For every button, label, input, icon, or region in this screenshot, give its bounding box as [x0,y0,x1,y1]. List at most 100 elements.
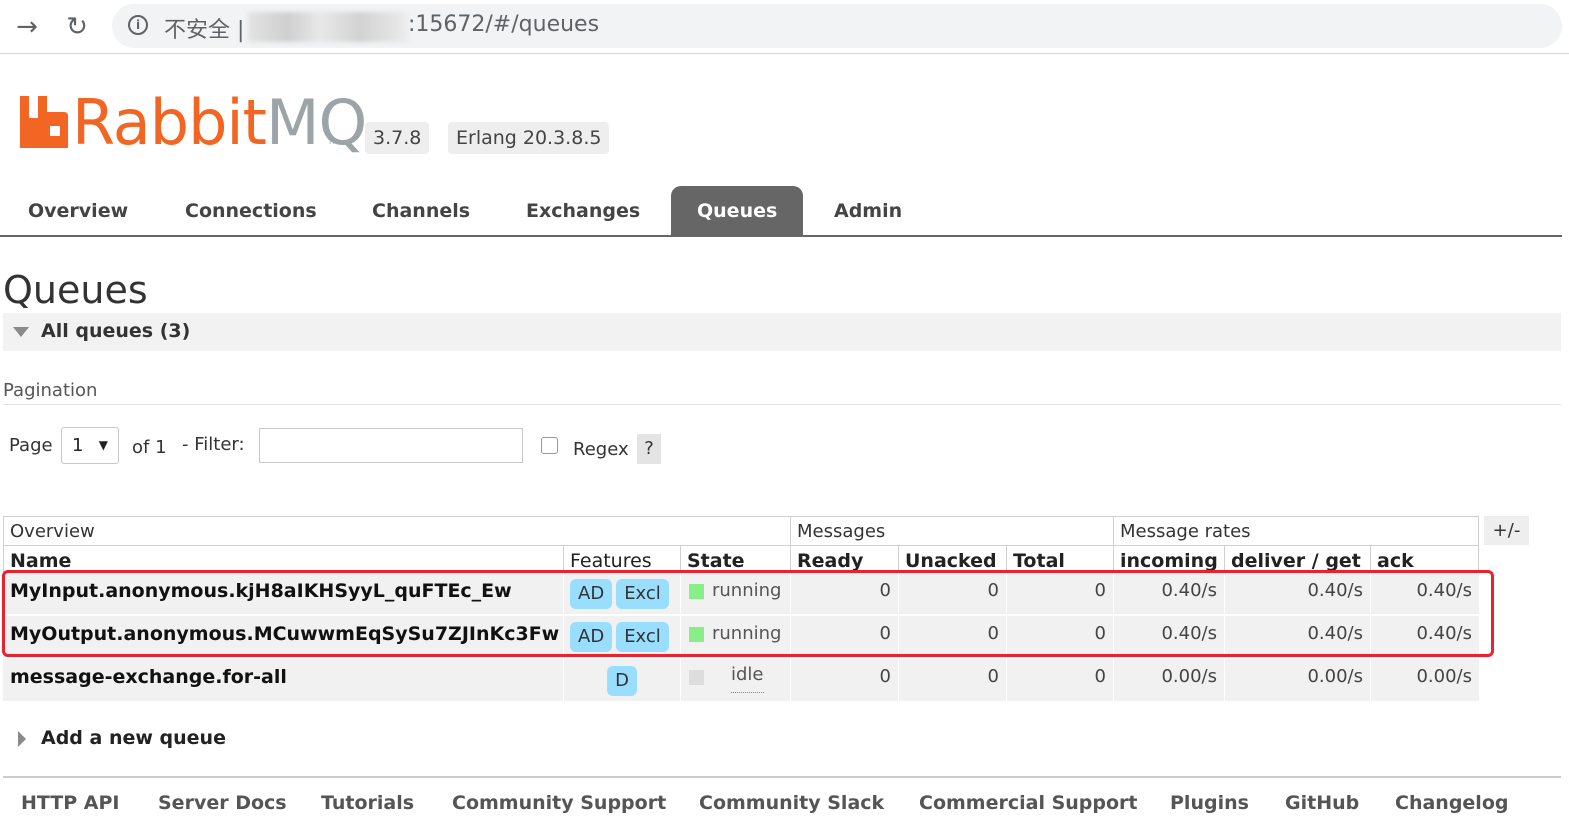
reload-icon[interactable]: ↻ [60,10,94,44]
state-text: running [712,580,782,601]
filter-label: - Filter: [182,434,245,455]
tab-exchanges[interactable]: Exchanges [500,186,666,235]
security-label: 不安全 | [164,18,245,43]
footer-link-community-slack[interactable]: Community Slack [699,792,884,814]
features-cell: AD Excl [563,573,680,615]
page-select[interactable]: 1 ▼ [61,427,119,464]
column-header-total[interactable]: Total [1006,545,1113,572]
group-header-rates: Message rates [1113,516,1479,545]
deliver-get-rate: 0.40/s [1224,616,1370,658]
rabbitmq-logo-icon [20,96,68,148]
incoming-rate: 0.00/s [1113,659,1224,701]
total-count: 0 [1006,659,1113,701]
regex-label: Regex [573,439,629,460]
queue-name-link[interactable]: MyInput.anonymous.kjH8aIKHSyyL_quFTEc_Ew [3,573,563,615]
tab-channels[interactable]: Channels [346,186,496,235]
add-queue-label: Add a new queue [41,727,226,749]
filter-input[interactable] [259,428,523,463]
all-queues-toggle[interactable]: All queues (3) [3,313,1561,351]
feature-badge: AD [570,579,613,609]
logo-trademark: TM [328,138,339,146]
column-header-unacked[interactable]: Unacked [898,545,1006,572]
running-indicator-icon [689,627,704,642]
feature-badge: Excl [616,622,669,652]
incoming-rate: 0.40/s [1113,573,1224,615]
feature-badge: D [607,666,637,696]
unacked-count: 0 [898,616,1006,658]
redacted-host [248,12,408,42]
footer-link-plugins[interactable]: Plugins [1170,792,1249,814]
divider [3,404,1561,405]
unacked-count: 0 [898,573,1006,615]
queue-name-link[interactable]: message-exchange.for-all [3,659,563,701]
erlang-badge: Erlang 20.3.8.5 [448,122,610,154]
ack-rate: 0.40/s [1370,616,1479,658]
logo-word-mq: MQ [265,86,367,159]
tab-admin[interactable]: Admin [808,186,928,235]
regex-checkbox[interactable] [541,437,558,454]
features-cell: D [563,659,680,701]
caret-down-icon: ▼ [98,438,108,452]
arrow-forward-icon[interactable]: → [10,10,44,44]
ready-count: 0 [790,616,898,658]
footer-link-commercial-support[interactable]: Commercial Support [919,792,1138,814]
ack-rate: 0.00/s [1370,659,1479,701]
column-header-deliver-get[interactable]: deliver / get [1224,545,1370,572]
footer-divider [3,776,1561,778]
total-count: 0 [1006,616,1113,658]
triangle-right-icon [18,731,26,747]
state-text: running [712,623,782,644]
footer-link-server-docs[interactable]: Server Docs [158,792,287,814]
all-queues-label: All queues (3) [41,320,191,342]
triangle-down-icon [13,327,29,337]
footer-link-http-api[interactable]: HTTP API [21,792,120,814]
incoming-rate: 0.40/s [1113,616,1224,658]
table-row: MyOutput.anonymous.MCuwwmEqSySu7ZJInKc3F… [3,615,1479,658]
main-tabs: Overview Connections Channels Exchanges … [0,186,1562,237]
deliver-get-rate: 0.40/s [1224,573,1370,615]
pagination-title: Pagination [3,380,98,401]
tab-queues[interactable]: Queues [671,186,804,235]
footer-link-tutorials[interactable]: Tutorials [321,792,414,814]
state-cell: running [680,573,790,615]
url-text: :15672/#/queues [408,12,600,37]
queue-name-link[interactable]: MyOutput.anonymous.MCuwwmEqSySu7ZJInKc3F… [3,616,563,658]
column-header-features: Features [563,545,680,572]
address-bar[interactable]: i 不安全 | :15672/#/queues [112,4,1562,48]
feature-badge: Excl [616,579,669,609]
regex-help-button[interactable]: ? [637,434,661,464]
table-row: MyInput.anonymous.kjH8aIKHSyyL_quFTEc_Ew… [3,572,1479,615]
footer-link-community-support[interactable]: Community Support [452,792,666,814]
version-badge: 3.7.8 [365,122,430,154]
page-select-value: 1 [72,435,84,456]
deliver-get-rate: 0.00/s [1224,659,1370,701]
column-header-ack[interactable]: ack [1370,545,1479,572]
feature-badge: AD [570,622,613,652]
column-header-incoming[interactable]: incoming [1113,545,1224,572]
table-row: message-exchange.for-all D idle 0 0 0 0.… [3,658,1479,701]
state-cell: idle [680,659,790,701]
features-cell: AD Excl [563,616,680,658]
info-icon[interactable]: i [128,15,148,35]
running-indicator-icon [689,584,704,599]
footer-link-github[interactable]: GitHub [1285,792,1359,814]
state-cell: running [680,616,790,658]
unacked-count: 0 [898,659,1006,701]
browser-toolbar: → ↻ i 不安全 | :15672/#/queues [0,0,1569,54]
ready-count: 0 [790,573,898,615]
logo-word: Rabbit [72,86,267,159]
ready-count: 0 [790,659,898,701]
ack-rate: 0.40/s [1370,573,1479,615]
of-pages-label: of 1 [132,437,167,458]
column-header-ready[interactable]: Ready [790,545,898,572]
tab-connections[interactable]: Connections [159,186,343,235]
page-label: Page [9,435,53,456]
column-header-state[interactable]: State [680,545,790,572]
state-text: idle [731,659,764,693]
tab-overview[interactable]: Overview [2,186,154,235]
column-toggle-button[interactable]: +/- [1484,516,1529,545]
footer-link-changelog[interactable]: Changelog [1395,792,1508,814]
page-title: Queues [3,268,148,312]
column-header-name[interactable]: Name [3,545,563,572]
group-header-overview: Overview [3,516,790,545]
